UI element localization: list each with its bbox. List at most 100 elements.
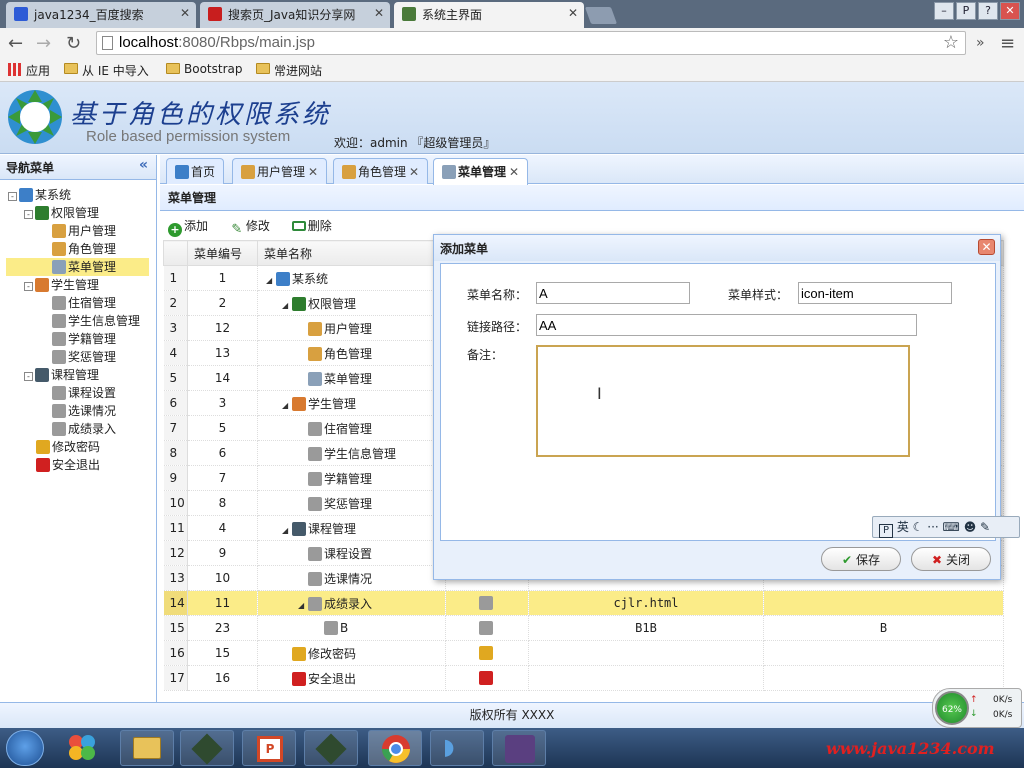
table-row[interactable]: 14 11 ◢ 成绩录入 cjlr.html [163, 590, 1004, 616]
minimize-icon[interactable]: – [934, 2, 954, 20]
close-icon[interactable]: ✕ [409, 165, 419, 179]
add-button[interactable]: + 添加 [168, 216, 208, 237]
sidebar-item[interactable]: 奖惩管理 [52, 348, 116, 366]
p-extension-icon[interactable]: P [956, 2, 976, 20]
bookmark-bootstrap[interactable]: Bootstrap [166, 62, 242, 76]
sidebar-item[interactable]: 用户管理 [52, 222, 116, 240]
taskbar-app-powerpoint[interactable]: P [242, 730, 296, 766]
table-row[interactable]: 17 16 安全退出 [163, 665, 1004, 691]
menu-name-header[interactable]: 菜单名称 [257, 240, 446, 266]
menu-id-header[interactable]: 菜单编号 [187, 240, 258, 266]
tree-expand-icon[interactable]: ◢ [282, 401, 292, 410]
close-button[interactable]: ✖ 关闭 [911, 547, 991, 571]
sidebar-item[interactable]: - 课程管理 [24, 366, 99, 384]
sidebar-item[interactable]: 菜单管理 [6, 258, 149, 276]
sidebar-item[interactable]: 学籍管理 [52, 330, 116, 348]
taskbar-app-eclipse[interactable] [492, 730, 546, 766]
menu-name-text: 修改密码 [308, 646, 357, 661]
tree-toggle-icon[interactable]: - [24, 372, 33, 381]
tree-expand-icon[interactable]: ◢ [266, 276, 276, 285]
menu-id-cell: 12 [187, 315, 258, 341]
help-icon[interactable]: ? [978, 2, 998, 20]
bookmark-ie-import[interactable]: 从 IE 中导入 [64, 62, 149, 79]
tree-expand-icon[interactable]: ◢ [282, 526, 292, 535]
user-icon[interactable]: ☻ [964, 520, 977, 534]
sidebar-item[interactable]: 选课情况 [52, 402, 116, 420]
tab-menu-management[interactable]: 菜单管理 ✕ [433, 158, 529, 185]
save-button[interactable]: ✔ 保存 [821, 547, 901, 571]
taskbar-app-tool2[interactable] [304, 730, 358, 766]
sidebar-item-label: 选课情况 [68, 404, 117, 418]
menu-style-input[interactable] [798, 282, 952, 304]
close-icon[interactable]: ✕ [568, 6, 578, 20]
edit-button[interactable]: ✎ 修改 [230, 216, 269, 237]
tree-expand-icon[interactable]: ◢ [298, 601, 308, 610]
browser-tab-baidu[interactable]: java1234_百度搜索 ✕ [6, 2, 196, 28]
moon-icon[interactable]: ☾ [913, 520, 924, 534]
menu-id-cell: 7 [187, 465, 258, 491]
sidebar-item[interactable]: 成绩录入 [52, 420, 116, 438]
sidebar-item[interactable]: - 学生管理 [24, 276, 99, 294]
taskbar-app-explorer[interactable] [120, 730, 174, 766]
tab-home[interactable]: 首页 [166, 158, 225, 184]
close-icon[interactable]: ✕ [180, 6, 190, 20]
sidebar-item[interactable]: - 权限管理 [24, 204, 99, 222]
back-icon[interactable]: ← [8, 33, 23, 54]
start-button[interactable] [6, 730, 44, 766]
wrench-icon[interactable]: ✎ [980, 520, 990, 534]
star-icon[interactable]: ☆ [943, 32, 959, 53]
sidebar-item[interactable]: - 某系统 [8, 186, 71, 204]
menu-icon[interactable]: ≡ [1000, 33, 1015, 54]
dialog-header: 添加菜单 ✕ [434, 235, 1000, 261]
tree-toggle-icon[interactable]: - [8, 192, 17, 201]
bookmark-common-sites[interactable]: 常进网站 [256, 62, 322, 79]
taskbar-app-mysql[interactable]: ◗ [430, 730, 484, 766]
new-tab-button[interactable] [584, 7, 618, 24]
tab-label: 首页 [191, 165, 216, 179]
url-input[interactable]: localhost:8080/Rbps/main.jsp ☆ [96, 31, 966, 55]
sidebar-item[interactable]: 角色管理 [52, 240, 116, 258]
menu-url-input[interactable] [536, 314, 917, 336]
taskbar-app-picasa[interactable] [56, 730, 110, 766]
menu-name-input[interactable] [536, 282, 690, 304]
permission-icon [35, 206, 49, 220]
sidebar-item[interactable]: 修改密码 [36, 438, 100, 456]
sidebar-item-label: 角色管理 [68, 242, 117, 256]
sidebar-item[interactable]: 安全退出 [36, 456, 100, 474]
taskbar-app-chrome[interactable] [368, 730, 422, 766]
close-x-icon: ✖ [932, 553, 943, 567]
dialog-close-icon[interactable]: ✕ [978, 239, 995, 255]
ime-p-icon[interactable]: P [879, 524, 893, 538]
collapse-icon[interactable]: « [139, 157, 148, 173]
upload-speed: 0K/s [993, 695, 1013, 705]
reload-icon[interactable]: ↻ [66, 33, 81, 54]
menu-name-text: 学籍管理 [324, 471, 373, 486]
remark-textarea[interactable] [536, 345, 910, 457]
sidebar-item[interactable]: 学生信息管理 [52, 312, 140, 330]
browser-tab-main[interactable]: 系统主界面 ✕ [394, 2, 584, 28]
taskbar-app-tool[interactable] [180, 730, 234, 766]
tab-user-management[interactable]: 用户管理 ✕ [232, 158, 328, 184]
bookmark-apps[interactable]: 应用 [8, 62, 50, 79]
sidebar-item[interactable]: 课程设置 [52, 384, 116, 402]
keyboard-icon[interactable]: ⌨ [943, 520, 960, 534]
forward-icon[interactable]: → [36, 33, 51, 54]
delete-button[interactable]: 删除 [291, 216, 332, 236]
close-icon[interactable]: ✕ [374, 6, 384, 20]
table-row[interactable]: 15 23 B B1B B [163, 615, 1004, 641]
dolphin-icon: ◗ [443, 735, 455, 760]
tree-toggle-icon[interactable]: - [24, 210, 33, 219]
overflow-chevron-icon[interactable]: » [976, 35, 985, 51]
table-row[interactable]: 16 15 修改密码 [163, 640, 1004, 666]
tab-role-management[interactable]: 角色管理 ✕ [333, 158, 429, 184]
close-icon[interactable]: ✕ [308, 165, 318, 179]
ime-mode-label[interactable]: 英 [897, 520, 909, 534]
browser-tab-java[interactable]: 搜索页_Java知识分享网 ✕ [200, 2, 390, 28]
menu-name-cell: B [257, 615, 446, 641]
tree-toggle-icon[interactable]: - [24, 282, 33, 291]
close-window-icon[interactable]: ✕ [1000, 2, 1020, 20]
tree-expand-icon[interactable]: ◢ [282, 301, 292, 310]
close-icon[interactable]: ✕ [509, 165, 519, 179]
ime-toolbar[interactable]: P 英 ☾ ··· ⌨ ☻ ✎ [872, 516, 1020, 538]
sidebar-item[interactable]: 住宿管理 [52, 294, 116, 312]
